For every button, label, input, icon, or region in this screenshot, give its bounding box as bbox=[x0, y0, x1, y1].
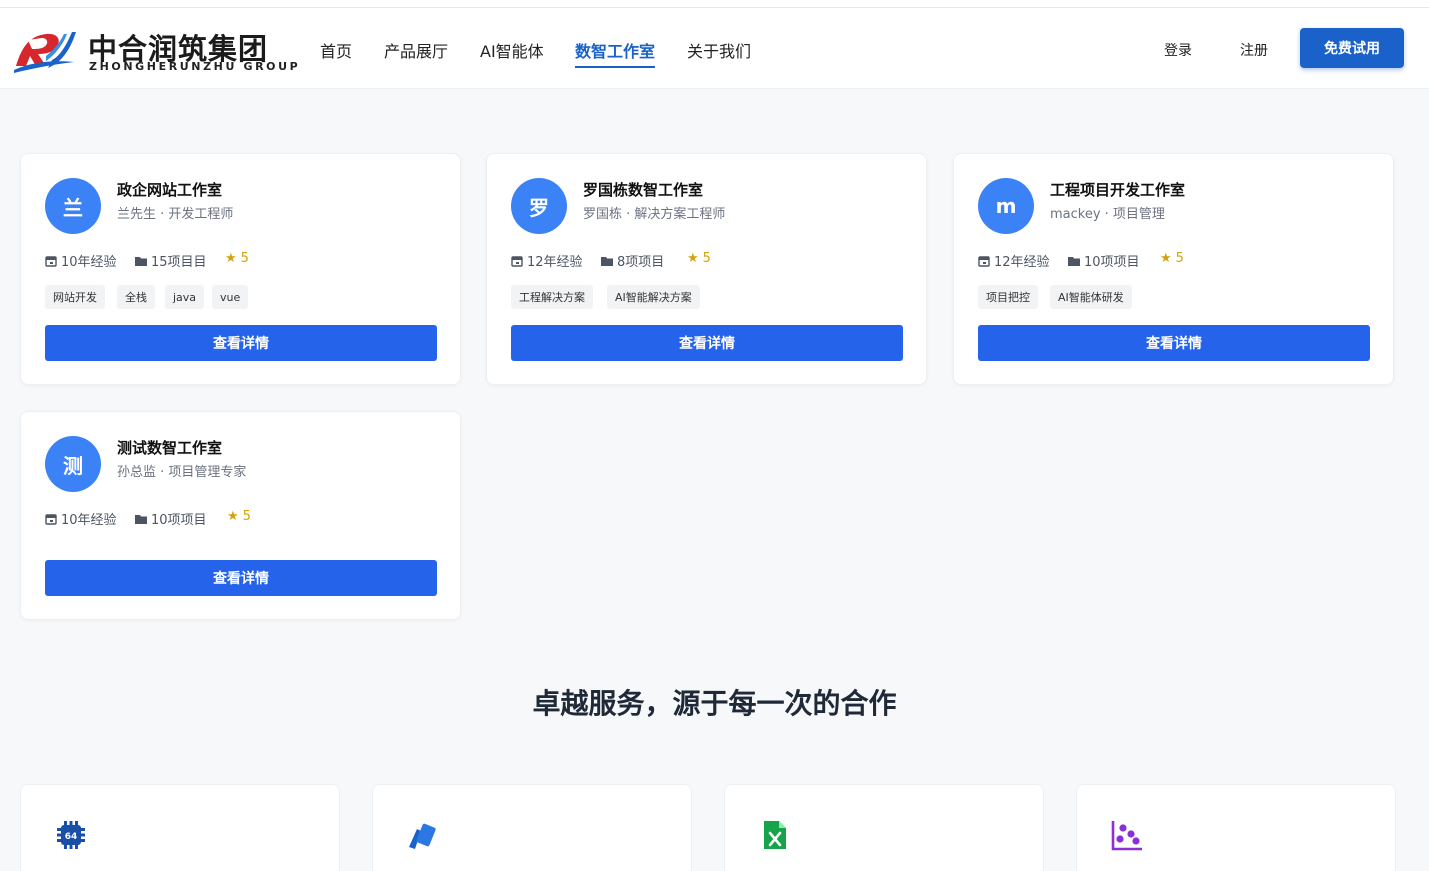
calendar-icon bbox=[978, 255, 990, 267]
excel-file-icon bbox=[764, 821, 786, 849]
star-icon: ★ bbox=[225, 251, 237, 266]
services-section-title: 卓越服务，源于每一次的合作 bbox=[532, 687, 897, 720]
rating-stat: ★ 5 bbox=[1160, 251, 1184, 266]
experience-stat: 10年经验 bbox=[45, 509, 117, 528]
studio-card: 兰 政企网站工作室 兰先生 · 开发工程师 10年经验 15项目目 ★ 5 网站… bbox=[20, 153, 461, 385]
experience-stat: 12年经验 bbox=[978, 251, 1050, 270]
service-card[interactable] bbox=[1076, 784, 1396, 871]
star-icon: ★ bbox=[227, 509, 239, 524]
scatter-chart-icon bbox=[1111, 821, 1142, 851]
projects-stat: 8项项目 bbox=[601, 251, 664, 270]
calendar-icon bbox=[45, 255, 57, 267]
projects-text: 15项目目 bbox=[151, 255, 207, 270]
studio-subtitle: 孙总监 · 项目管理专家 bbox=[117, 465, 247, 480]
projects-stat: 15项目目 bbox=[135, 251, 207, 270]
calendar-icon bbox=[511, 255, 523, 267]
studio-title: 测试数智工作室 bbox=[117, 439, 223, 457]
nav-item-about[interactable]: 关于我们 bbox=[687, 38, 751, 62]
nav-item-home[interactable]: 首页 bbox=[320, 38, 352, 62]
folder-icon bbox=[1068, 256, 1080, 266]
experience-stat: 10年经验 bbox=[45, 251, 117, 270]
service-card[interactable]: 64 bbox=[20, 784, 340, 871]
nav-item-products[interactable]: 产品展厅 bbox=[384, 38, 448, 62]
tag: 工程解决方案 bbox=[511, 285, 593, 309]
star-icon: ★ bbox=[687, 251, 699, 266]
rating-text: 5 bbox=[242, 509, 251, 524]
studio-subtitle: 兰先生 · 开发工程师 bbox=[117, 207, 234, 222]
tag: 全栈 bbox=[117, 285, 155, 309]
rating-text: 5 bbox=[1175, 251, 1184, 266]
tag: 网站开发 bbox=[45, 285, 105, 309]
view-details-button[interactable]: 查看详情 bbox=[45, 325, 437, 361]
tag: AI智能体研发 bbox=[1050, 285, 1132, 309]
logo-mark-icon bbox=[14, 32, 76, 73]
register-link[interactable]: 注册 bbox=[1240, 40, 1268, 60]
rating-stat: ★ 5 bbox=[225, 251, 249, 266]
view-details-button[interactable]: 查看详情 bbox=[45, 560, 437, 596]
experience-text: 12年经验 bbox=[994, 255, 1050, 270]
experience-stat: 12年经验 bbox=[511, 251, 583, 270]
studio-title: 政企网站工作室 bbox=[117, 181, 223, 199]
studio-title: 罗国栋数智工作室 bbox=[583, 181, 704, 199]
login-link[interactable]: 登录 bbox=[1164, 40, 1192, 60]
rating-stat: ★ 5 bbox=[227, 509, 251, 524]
chip-64-icon: 64 bbox=[57, 821, 85, 849]
brand-logo[interactable]: 中合润筑集团 ZHONGHERUNZHU GROUP bbox=[12, 26, 298, 76]
view-details-button[interactable]: 查看详情 bbox=[511, 325, 903, 361]
folder-icon bbox=[135, 256, 147, 266]
view-details-button[interactable]: 查看详情 bbox=[978, 325, 1370, 361]
projects-text: 8项项目 bbox=[617, 255, 665, 270]
calendar-icon bbox=[45, 513, 57, 525]
experience-text: 10年经验 bbox=[61, 513, 117, 528]
service-card[interactable] bbox=[724, 784, 1044, 871]
tag: java bbox=[165, 285, 205, 309]
tag: 项目把控 bbox=[978, 285, 1038, 309]
studio-card: 罗 罗国栋数智工作室 罗国栋 · 解决方案工程师 12年经验 8项项目 ★ 5 … bbox=[486, 153, 927, 385]
site-header: 中合润筑集团 ZHONGHERUNZHU GROUP 首页 产品展厅 AI智能体… bbox=[0, 8, 1429, 89]
avatar: 罗 bbox=[511, 178, 567, 234]
free-trial-button[interactable]: 免费试用 bbox=[1300, 28, 1404, 68]
projects-stat: 10项项目 bbox=[135, 509, 207, 528]
avatar: 测 bbox=[45, 436, 101, 492]
projects-text: 10项项目 bbox=[1084, 255, 1140, 270]
nav-item-studios[interactable]: 数智工作室 bbox=[575, 38, 655, 62]
experience-text: 12年经验 bbox=[527, 255, 583, 270]
studio-subtitle: 罗国栋 · 解决方案工程师 bbox=[583, 207, 726, 222]
tag: vue bbox=[212, 285, 249, 309]
nav-active-underline bbox=[575, 66, 655, 68]
rating-text: 5 bbox=[240, 251, 249, 266]
rating-text: 5 bbox=[702, 251, 711, 266]
studio-subtitle: mackey · 项目管理 bbox=[1050, 207, 1165, 222]
service-card[interactable] bbox=[372, 784, 692, 871]
folder-icon bbox=[601, 256, 613, 266]
tag: AI智能解决方案 bbox=[607, 285, 700, 309]
svg-text:64: 64 bbox=[65, 832, 78, 842]
cards-icon bbox=[409, 823, 436, 849]
projects-text: 10项项目 bbox=[151, 513, 207, 528]
avatar: 兰 bbox=[45, 178, 101, 234]
studio-card: m 工程项目开发工作室 mackey · 项目管理 12年经验 10项项目 ★ … bbox=[953, 153, 1394, 385]
top-strip bbox=[0, 0, 1429, 8]
rating-stat: ★ 5 bbox=[687, 251, 711, 266]
star-icon: ★ bbox=[1160, 251, 1172, 266]
brand-name-en: ZHONGHERUNZHU GROUP bbox=[89, 60, 301, 73]
studio-card: 测 测试数智工作室 孙总监 · 项目管理专家 10年经验 10项项目 ★ 5 查… bbox=[20, 411, 461, 620]
studio-title: 工程项目开发工作室 bbox=[1050, 181, 1186, 199]
nav-item-ai-agents[interactable]: AI智能体 bbox=[480, 38, 544, 62]
avatar: m bbox=[978, 178, 1034, 234]
folder-icon bbox=[135, 514, 147, 524]
experience-text: 10年经验 bbox=[61, 255, 117, 270]
projects-stat: 10项项目 bbox=[1068, 251, 1140, 270]
